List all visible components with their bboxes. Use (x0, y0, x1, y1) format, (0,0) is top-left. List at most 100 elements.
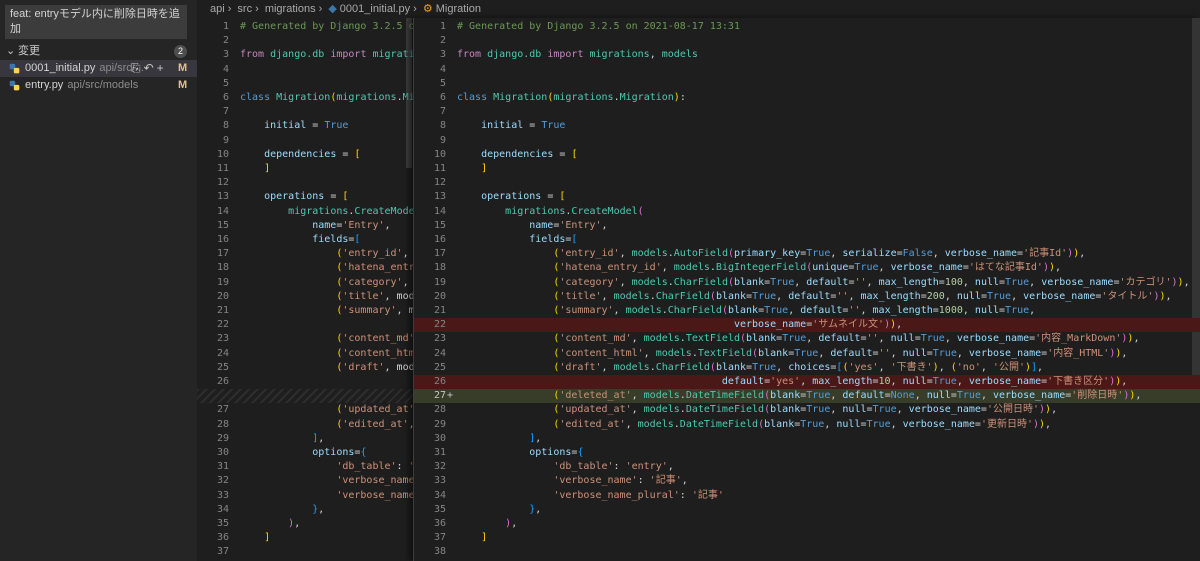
code-line[interactable]: 11 ] (414, 162, 1200, 176)
code-text: ('hatena_entry_ (336, 262, 413, 274)
code-line[interactable]: 35 }, (414, 503, 1200, 517)
code-line[interactable]: 1 # Generated by Django 3.2.5 on (197, 20, 413, 34)
code-line[interactable]: 9 (414, 134, 1200, 148)
code-line[interactable]: 8 initial = True (197, 119, 413, 133)
code-line[interactable]: 32 'verbose_name' (197, 474, 413, 488)
code-line[interactable]: 11 ] (197, 162, 413, 176)
code-line[interactable]: 36 ), (414, 517, 1200, 531)
changes-header[interactable]: ⌄ 変更 2 (0, 44, 197, 59)
file-name: 0001_initial.py (25, 62, 96, 74)
code-line[interactable]: 15 name='Entry', (414, 219, 1200, 233)
code-line[interactable]: 24 ('content_html', models.TextField(bla… (414, 347, 1200, 361)
code-line[interactable]: 4 (197, 63, 413, 77)
code-line[interactable]: 10 dependencies = [ (197, 148, 413, 162)
code-line[interactable]: 27 ('updated_at', (197, 403, 413, 417)
code-line[interactable]: 3 from django.db import migrations (197, 48, 413, 62)
code-line[interactable]: 33 'verbose_name': '記事', (414, 474, 1200, 488)
code-line[interactable]: 14 migrations.CreateModel( (414, 205, 1200, 219)
code-line[interactable]: 17 ('entry_id', models.AutoField(primary… (414, 247, 1200, 261)
code-line[interactable]: 22 (197, 318, 413, 332)
code-line[interactable]: 18 ('hatena_entry_id', models.BigInteger… (414, 261, 1200, 275)
code-line[interactable]: 6 class Migration(migrations.Migration): (414, 91, 1200, 105)
stage-changes-icon[interactable]: + (157, 61, 164, 75)
line-number: 35 (433, 503, 446, 515)
code-line[interactable]: 16 fields=[ (414, 233, 1200, 247)
code-line[interactable]: 29 ('edited_at', models.DateTimeField(bl… (414, 418, 1200, 432)
code-line[interactable]: 34 'verbose_name_plural': '記事' (414, 489, 1200, 503)
diff-modified-pane[interactable]: 1 # Generated by Django 3.2.5 on 2021-08-… (413, 18, 1200, 561)
code-line[interactable]: 6 class Migration(migrations.Mig (197, 91, 413, 105)
code-line[interactable]: 18 ('hatena_entry_ (197, 261, 413, 275)
code-line[interactable]: 8 initial = True (414, 119, 1200, 133)
code-text: ('title', models.CharField(blank=True, d… (553, 290, 1172, 302)
line-number: 34 (216, 503, 229, 515)
diff-original-pane[interactable]: 1 # Generated by Django 3.2.5 on 2 3 from dj… (197, 18, 413, 561)
discard-changes-icon[interactable]: ↶ (144, 61, 154, 75)
code-line[interactable]: 37 (197, 545, 413, 559)
code-line[interactable]: 22 verbose_name='サムネイル文')), (414, 318, 1200, 333)
changed-file-entry[interactable]: entry.py api/src/models M (0, 77, 197, 94)
added-line-marker: + (447, 390, 454, 402)
code-line[interactable]: 20 ('title', models.CharField(blank=True… (414, 290, 1200, 304)
code-line[interactable]: 23 ('content_md', (197, 332, 413, 346)
code-line[interactable]: 32 'db_table': 'entry', (414, 460, 1200, 474)
code-line[interactable]: 21 ('summary', models.CharField(blank=Tr… (414, 304, 1200, 318)
line-number: 27 (433, 390, 446, 402)
code-line[interactable]: 28 ('edited_at', m (197, 418, 413, 432)
code-line[interactable]: 34 }, (197, 503, 413, 517)
code-line[interactable]: 30 ], (414, 432, 1200, 446)
code-line[interactable]: 37 ] (414, 531, 1200, 545)
open-file-icon[interactable]: ⎘ (131, 61, 141, 75)
left-pane-scrollbar[interactable] (406, 18, 412, 168)
code-line[interactable]: 33 'verbose_name_p (197, 489, 413, 503)
changed-file-0001-initial[interactable]: 0001_initial.py api/src/... ⎘ ↶ + M (0, 60, 197, 77)
code-line[interactable]: 4 (414, 63, 1200, 77)
code-line[interactable]: 23 ('content_md', models.TextField(blank… (414, 332, 1200, 346)
code-line[interactable]: 7 (414, 105, 1200, 119)
code-line[interactable]: 12 (197, 176, 413, 190)
breadcrumb-item-file[interactable]: 0001_initial.py (340, 3, 410, 15)
code-line[interactable]: 25 ('draft', mode (197, 361, 413, 375)
code-line[interactable]: 27 + ('deleted_at', models.DateTimeField(… (414, 389, 1200, 404)
code-line[interactable]: 28 ('updated_at', models.DateTimeField(b… (414, 403, 1200, 417)
code-line[interactable]: 20 ('title', mode (197, 290, 413, 304)
code-text: ('title', mode (336, 290, 413, 302)
code-line[interactable]: 35 ), (197, 517, 413, 531)
code-line[interactable]: 26 default='yes', max_length=10, null=Tr… (414, 375, 1200, 389)
code-line[interactable]: 16 fields=[ (197, 233, 413, 247)
code-line[interactable]: 36 ] (197, 531, 413, 545)
code-line[interactable]: 12 (414, 176, 1200, 190)
breadcrumb-item-api[interactable]: api (210, 3, 225, 15)
breadcrumb-item-migrations[interactable]: migrations (265, 3, 316, 15)
code-line[interactable]: 9 (197, 134, 413, 148)
code-line[interactable]: 21 ('summary', mo (197, 304, 413, 318)
code-line[interactable]: 31 'db_table': 'e (197, 460, 413, 474)
commit-message-input[interactable]: feat: entryモデル内に削除日時を追加 (5, 5, 187, 39)
code-line[interactable]: 19 ('category', m (197, 276, 413, 290)
code-line[interactable]: 2 (414, 34, 1200, 48)
code-line[interactable] (197, 389, 413, 404)
code-line[interactable]: 14 migrations.CreateModel (197, 205, 413, 219)
code-line[interactable]: 30 options={ (197, 446, 413, 460)
code-line[interactable]: 2 (197, 34, 413, 48)
code-line[interactable]: 29 ], (197, 432, 413, 446)
breadcrumb-item-class[interactable]: Migration (436, 3, 481, 15)
code-line[interactable]: 15 name='Entry', (197, 219, 413, 233)
code-line[interactable]: 7 (197, 105, 413, 119)
code-line[interactable]: 5 (197, 77, 413, 91)
breadcrumb-item-src[interactable]: src (237, 3, 252, 15)
code-line[interactable]: 25 ('draft', models.CharField(blank=True… (414, 361, 1200, 375)
code-line[interactable]: 13 operations = [ (197, 190, 413, 204)
code-line[interactable]: 1 # Generated by Django 3.2.5 on 2021-08-… (414, 20, 1200, 34)
code-line[interactable]: 24 ('content_html (197, 347, 413, 361)
code-line[interactable]: 31 options={ (414, 446, 1200, 460)
line-number: 13 (433, 191, 446, 203)
code-line[interactable]: 13 operations = [ (414, 190, 1200, 204)
code-line[interactable]: 5 (414, 77, 1200, 91)
code-line[interactable]: 10 dependencies = [ (414, 148, 1200, 162)
code-line[interactable]: 19 ('category', models.CharField(blank=T… (414, 276, 1200, 290)
code-line[interactable]: 3 from django.db import migrations, model… (414, 48, 1200, 62)
code-line[interactable]: 26 (197, 375, 413, 389)
code-line[interactable]: 17 ('entry_id', mo (197, 247, 413, 261)
code-line[interactable]: 38 (414, 545, 1200, 559)
